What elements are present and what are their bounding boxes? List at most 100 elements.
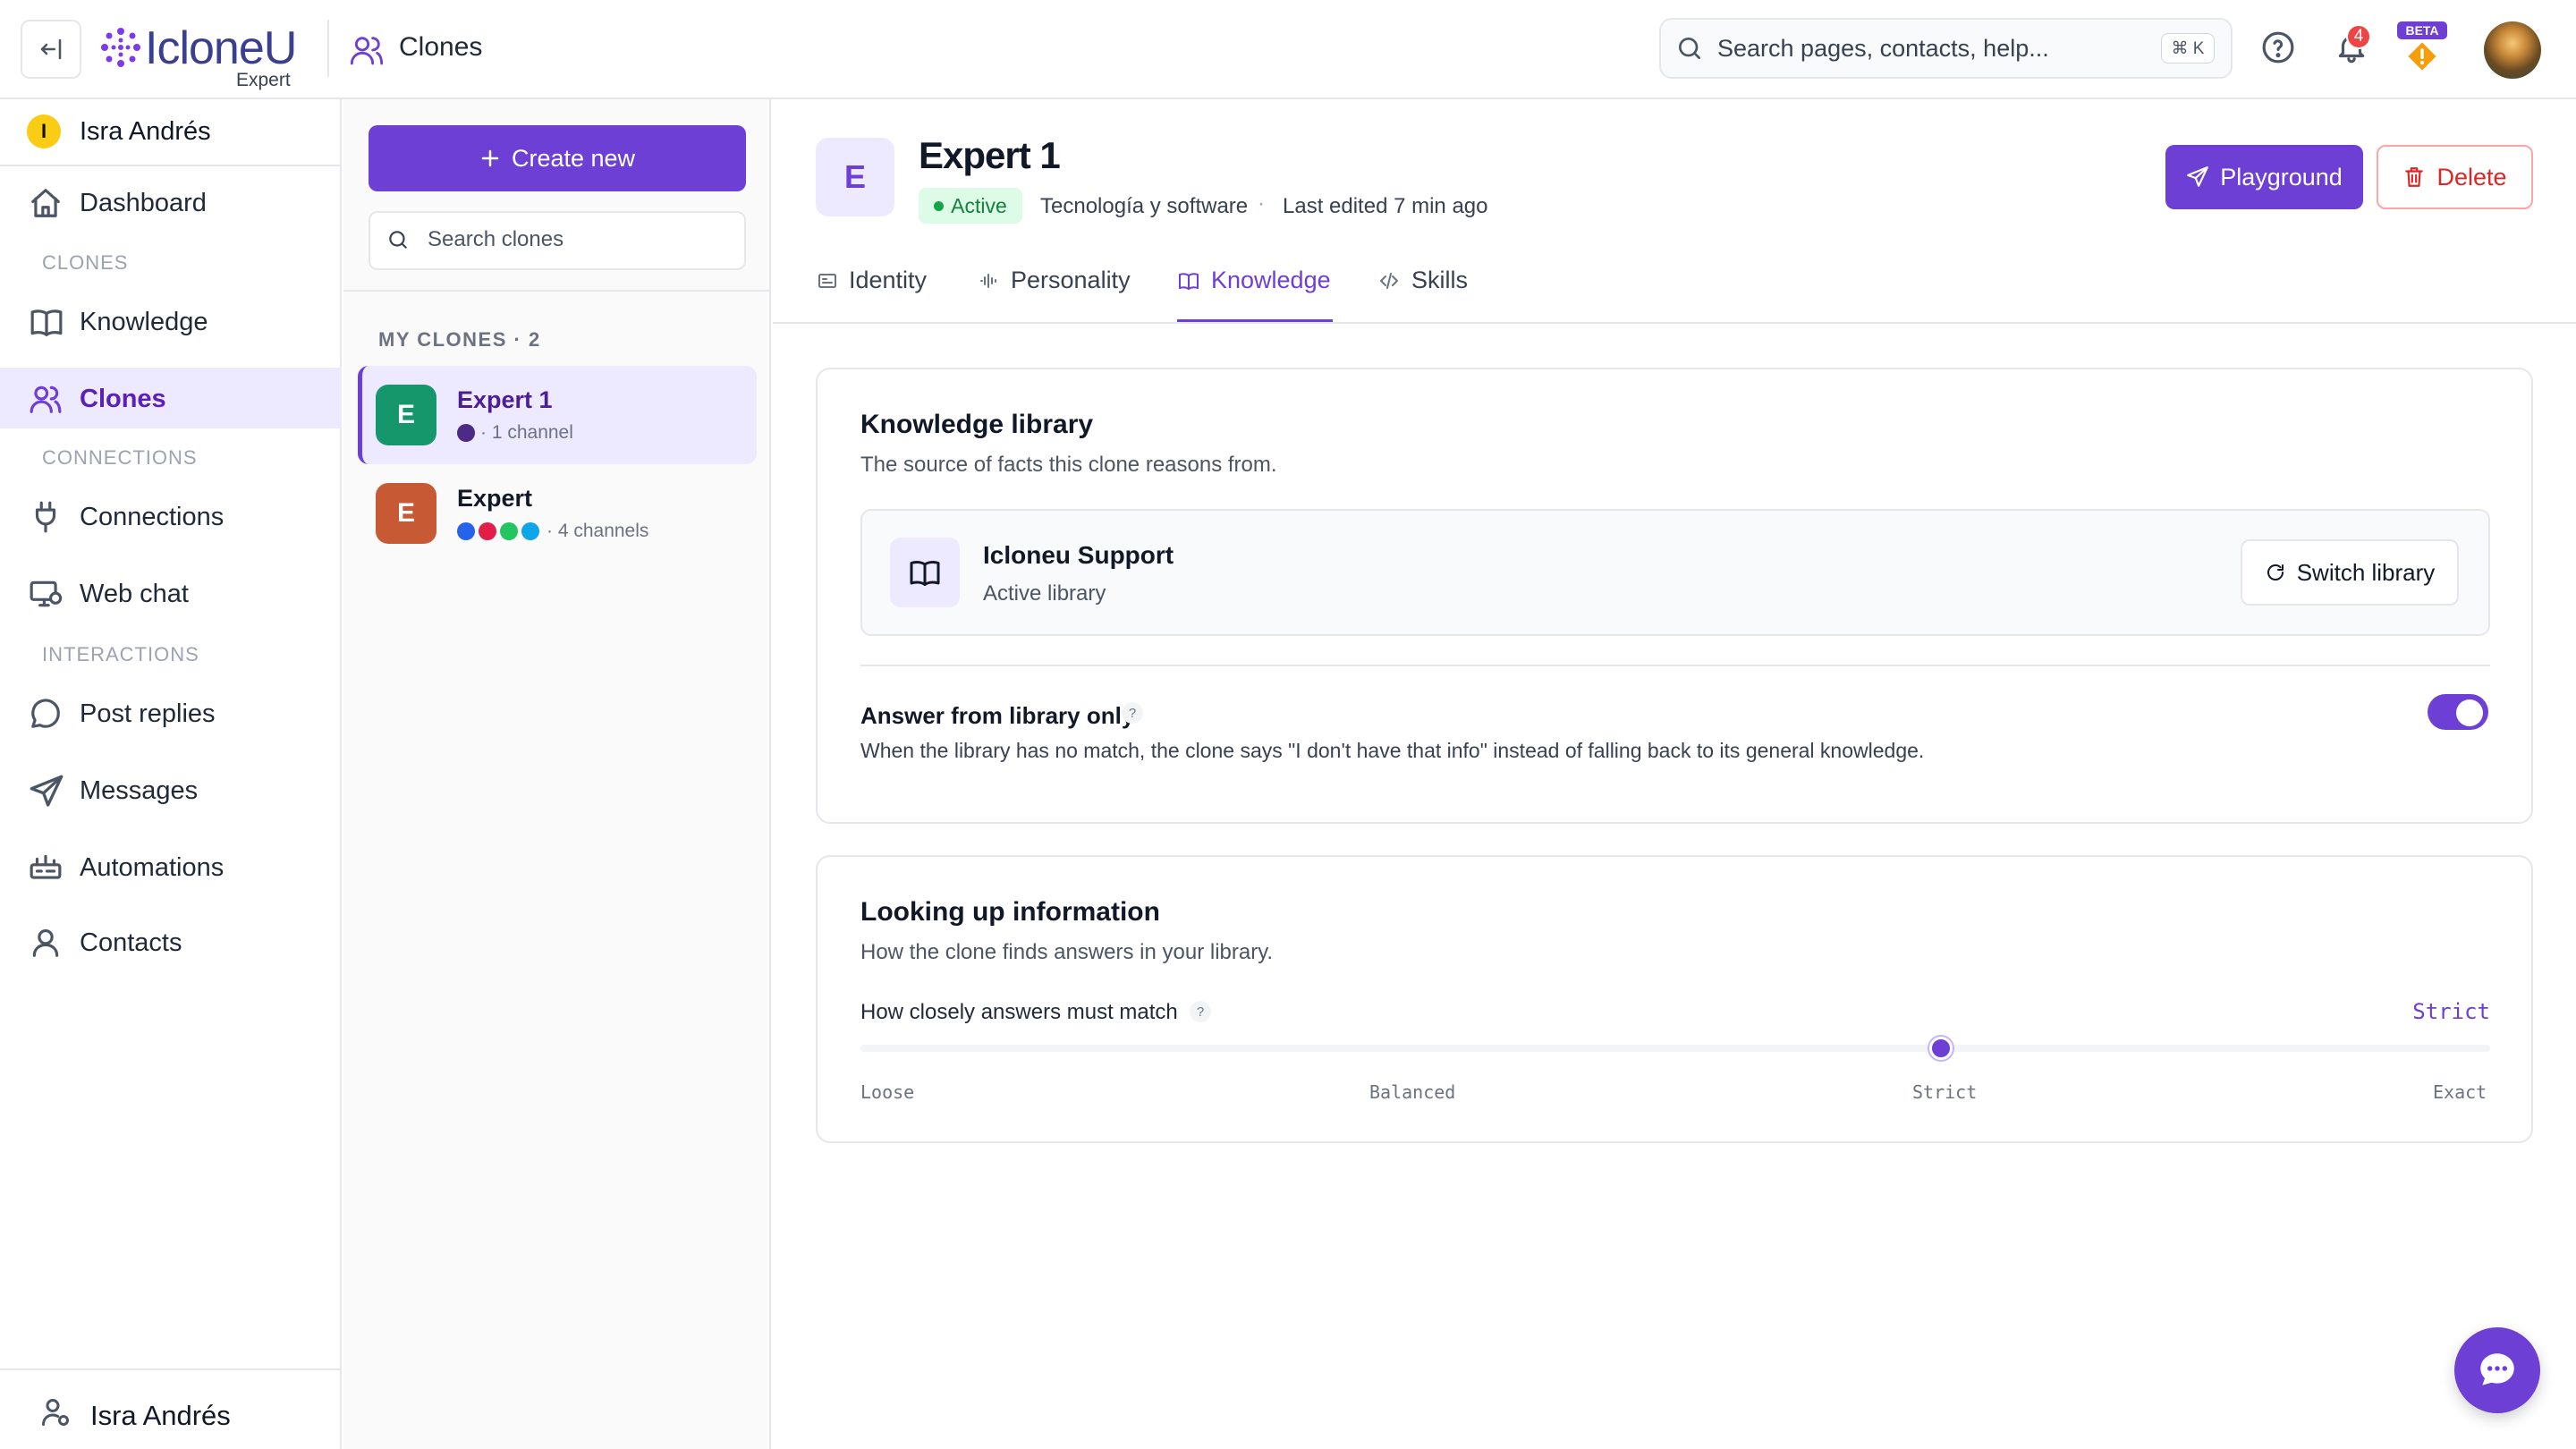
- code-icon: [1380, 273, 1398, 289]
- library-name: Icloneu Support: [983, 541, 1174, 569]
- toggle-knob: [2456, 699, 2483, 726]
- tab-identity[interactable]: Identity: [817, 267, 927, 322]
- delete-button[interactable]: Delete: [2377, 145, 2533, 209]
- user-avatar[interactable]: [2484, 21, 2541, 79]
- match-slider-thumb[interactable]: [1928, 1037, 1953, 1060]
- status-text: Active: [951, 193, 1007, 217]
- sidebar-item-label: Connections: [80, 503, 225, 531]
- refresh-icon: [2267, 564, 2284, 580]
- card-subtitle: How the clone finds answers in your libr…: [860, 940, 1274, 964]
- clone-title: Expert 1: [919, 134, 1061, 176]
- sidebar-item-label: Automations: [80, 853, 225, 882]
- library-book-icon: [890, 538, 960, 607]
- delete-label: Delete: [2436, 163, 2507, 191]
- my-clones-heading: MY CLONES · 2: [378, 328, 541, 351]
- tick-loose: Loose: [860, 1081, 915, 1103]
- match-current-value: Strict: [2412, 999, 2490, 1024]
- switch-library-label: Switch library: [2296, 558, 2436, 586]
- help-tooltip-icon[interactable]: ?: [1122, 702, 1143, 724]
- plus-icon: [481, 149, 499, 167]
- sidebar-divider: [0, 1368, 342, 1370]
- sidebar-item-messages[interactable]: Messages: [0, 759, 342, 820]
- clone-channel-count: · 1 channel: [480, 422, 573, 443]
- breadcrumb-title: Clones: [399, 32, 483, 62]
- tab-skills[interactable]: Skills: [1377, 267, 1468, 322]
- tab-label: Knowledge: [1211, 267, 1331, 293]
- workspace-name[interactable]: Isra Andrés: [80, 117, 211, 147]
- sidebar-item-clones[interactable]: Clones: [0, 368, 342, 428]
- automation-icon: [30, 854, 62, 879]
- collapse-sidebar-button[interactable]: [21, 20, 81, 79]
- waveform-icon: [980, 274, 996, 288]
- sidebar-item-post-replies[interactable]: Post replies: [0, 682, 342, 743]
- library-only-label: Answer from library only: [860, 702, 1135, 729]
- chat-bubble-icon: [2480, 1353, 2514, 1385]
- sidebar-item-connections[interactable]: Connections: [0, 486, 342, 547]
- clone-list-item[interactable]: E Expert 1 · 1 channel: [358, 366, 757, 464]
- library-status: Active library: [983, 581, 1106, 606]
- sidebar-item-dashboard[interactable]: Dashboard: [0, 172, 342, 233]
- section-label-interactions: INTERACTIONS: [42, 643, 199, 665]
- warning-icon[interactable]: [2407, 41, 2437, 72]
- tab-label: Skills: [1411, 267, 1469, 293]
- clone-search-placeholder: Search clones: [428, 227, 564, 251]
- id-card-icon: [818, 274, 836, 288]
- plan-label: Expert: [236, 70, 291, 90]
- clone-name: Expert: [457, 485, 533, 512]
- clone-channel-count: · 4 channels: [547, 521, 649, 541]
- sidebar-divider: [0, 165, 342, 166]
- tab-label: Personality: [1011, 267, 1131, 293]
- monitor-chat-icon: [30, 580, 63, 607]
- tab-knowledge[interactable]: Knowledge: [1177, 267, 1333, 322]
- help-tooltip-icon[interactable]: ?: [1190, 1001, 1211, 1022]
- clone-avatar: E: [376, 483, 436, 544]
- playground-button[interactable]: Playground: [2165, 145, 2363, 209]
- tab-personality[interactable]: Personality: [979, 267, 1131, 322]
- clone-avatar-large: E: [816, 138, 894, 216]
- sidebar-item-contacts[interactable]: Contacts: [0, 911, 342, 972]
- sidebar-item-label: Knowledge: [80, 308, 208, 336]
- clone-channels: · 1 channel: [457, 422, 573, 444]
- status-badge: Active: [919, 188, 1022, 224]
- sidebar-item-automations[interactable]: Automations: [0, 836, 342, 897]
- switch-library-button[interactable]: Switch library: [2241, 539, 2459, 606]
- header-divider: [327, 20, 329, 77]
- clone-list-item[interactable]: E Expert · 4 channels: [358, 464, 757, 563]
- user-settings-icon: [39, 1396, 72, 1428]
- sidebar-item-web-chat[interactable]: Web chat: [0, 563, 342, 623]
- match-slider-track[interactable]: [860, 1045, 2490, 1052]
- logo-mark-icon: [100, 27, 141, 68]
- search-icon: [386, 228, 410, 251]
- match-label: How closely answers must match: [860, 1000, 1178, 1024]
- clone-name: Expert 1: [457, 386, 553, 413]
- channel-dot: [500, 522, 518, 540]
- workspace-avatar[interactable]: I: [27, 114, 61, 148]
- app-logo[interactable]: IcloneU: [145, 21, 297, 75]
- current-user-name[interactable]: Isra Andrés: [90, 1400, 231, 1432]
- tick-balanced: Balanced: [1369, 1081, 1456, 1103]
- sidebar-item-label: Contacts: [80, 928, 182, 957]
- playground-label: Playground: [2220, 163, 2343, 191]
- last-edited: Last edited 7 min ago: [1283, 194, 1488, 218]
- section-label-clones: CLONES: [42, 251, 129, 274]
- card-title: Looking up information: [860, 897, 1160, 927]
- card-divider: [860, 665, 2490, 666]
- channel-dot: [457, 424, 475, 442]
- sidebar-item-label: Web chat: [80, 580, 189, 608]
- create-clone-button[interactable]: Create new: [369, 125, 746, 191]
- sidebar-item-label: Clones: [80, 385, 166, 413]
- sidebar-item-label: Messages: [80, 776, 199, 805]
- panel-divider: [343, 290, 771, 292]
- send-icon: [2187, 166, 2209, 187]
- help-icon[interactable]: [2261, 30, 2295, 64]
- library-only-description: When the library has no match, the clone…: [860, 739, 1925, 762]
- tick-strict: Strict: [1912, 1081, 1978, 1103]
- sidebar-item-knowledge[interactable]: Knowledge: [0, 291, 342, 352]
- tick-exact: Exact: [2433, 1081, 2487, 1103]
- collapse-left-icon: [40, 38, 62, 60]
- support-chat-button[interactable]: [2454, 1327, 2540, 1413]
- clone-avatar: E: [376, 385, 436, 445]
- search-shortcut-badge: ⌘ K: [2161, 33, 2215, 64]
- search-placeholder: Search pages, contacts, help...: [1717, 35, 2049, 62]
- trash-icon: [2405, 167, 2424, 187]
